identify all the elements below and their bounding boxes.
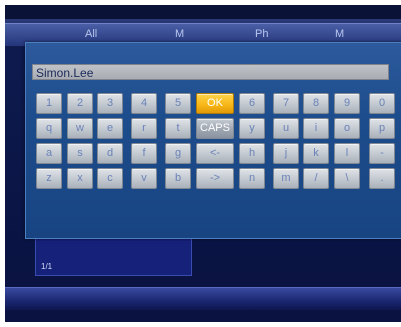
key-f[interactable]: f — [131, 143, 157, 164]
key-c[interactable]: c — [97, 168, 123, 189]
key-slash[interactable]: / — [303, 168, 329, 189]
key-w[interactable]: w — [67, 118, 93, 139]
key-backspace[interactable]: <- — [196, 143, 234, 164]
key-ok[interactable]: OK — [196, 93, 234, 114]
key-9[interactable]: 9 — [334, 93, 360, 114]
key-period[interactable]: . — [369, 168, 395, 189]
key-p[interactable]: p — [369, 118, 395, 139]
page-indicator: 1/1 — [41, 262, 53, 271]
key-1[interactable]: 1 — [36, 93, 62, 114]
key-q[interactable]: q — [36, 118, 62, 139]
key-2[interactable]: 2 — [67, 93, 93, 114]
key-a[interactable]: a — [36, 143, 62, 164]
key-s[interactable]: s — [67, 143, 93, 164]
key-u[interactable]: u — [273, 118, 299, 139]
key-4[interactable]: 4 — [131, 93, 157, 114]
key-6[interactable]: 6 — [239, 93, 265, 114]
key-0[interactable]: 0 — [369, 93, 395, 114]
key-v[interactable]: v — [131, 168, 157, 189]
tab-movie[interactable]: M — [335, 28, 344, 40]
key-backslash[interactable]: \ — [334, 168, 360, 189]
key-y[interactable]: y — [239, 118, 265, 139]
key-d[interactable]: d — [97, 143, 123, 164]
key-b[interactable]: b — [165, 168, 191, 189]
key-r[interactable]: r — [131, 118, 157, 139]
key-t[interactable]: t — [165, 118, 191, 139]
bottom-status-bar — [5, 287, 401, 310]
key-g[interactable]: g — [165, 143, 191, 164]
key-l[interactable]: l — [334, 143, 360, 164]
text-input-field[interactable]: Simon.Lee — [32, 64, 389, 80]
file-list-panel — [35, 233, 192, 276]
key-dash[interactable]: - — [369, 143, 395, 164]
key-n[interactable]: n — [239, 168, 265, 189]
tab-photo[interactable]: Ph — [255, 28, 268, 40]
key-7[interactable]: 7 — [273, 93, 299, 114]
key-o[interactable]: o — [334, 118, 360, 139]
tv-screen: All M Ph M 1/1 Simon.Lee 1 2 3 4 5 OK 6 7 8 9 0 q w e… — [5, 5, 401, 322]
key-e[interactable]: e — [97, 118, 123, 139]
key-caps[interactable]: CAPS — [196, 118, 234, 139]
key-k[interactable]: k — [303, 143, 329, 164]
key-j[interactable]: j — [273, 143, 299, 164]
key-5[interactable]: 5 — [165, 93, 191, 114]
key-z[interactable]: z — [36, 168, 62, 189]
key-x[interactable]: x — [67, 168, 93, 189]
tab-music[interactable]: M — [175, 28, 184, 40]
key-8[interactable]: 8 — [303, 93, 329, 114]
key-h[interactable]: h — [239, 143, 265, 164]
key-forward[interactable]: -> — [196, 168, 234, 189]
key-i[interactable]: i — [303, 118, 329, 139]
key-m[interactable]: m — [273, 168, 299, 189]
key-3[interactable]: 3 — [97, 93, 123, 114]
onscreen-keyboard-dialog: Simon.Lee 1 2 3 4 5 OK 6 7 8 9 0 q w e r t CAPS y u i o p a s d f… — [25, 42, 401, 239]
tab-all[interactable]: All — [85, 28, 97, 40]
